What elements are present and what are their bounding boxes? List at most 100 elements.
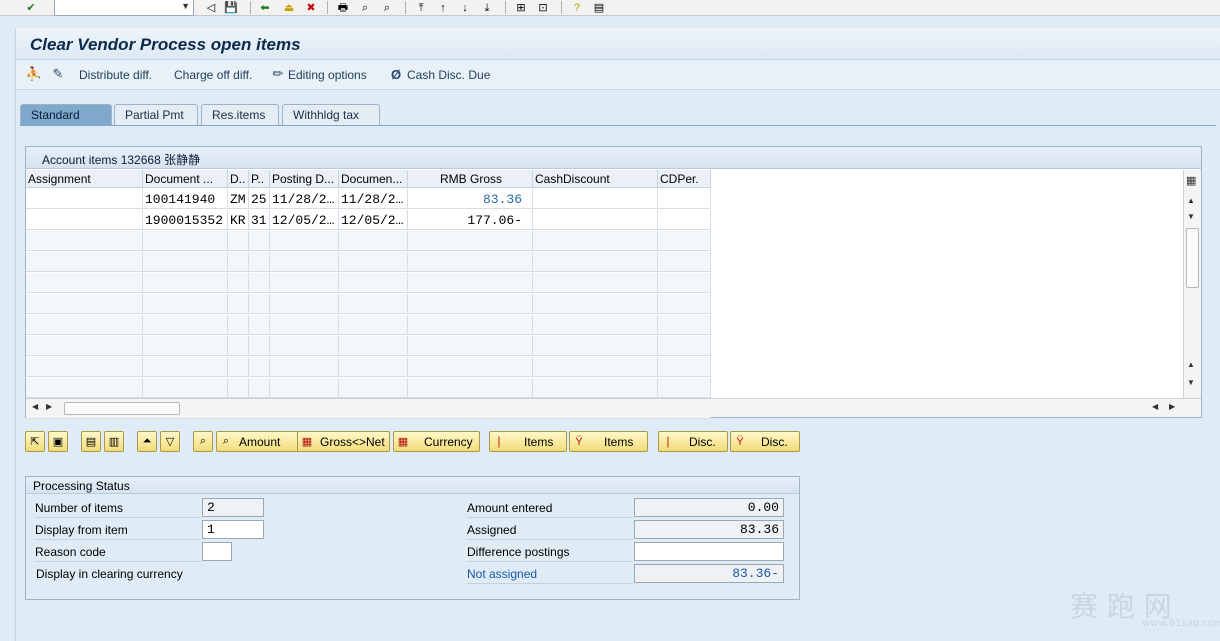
- edit-icon[interactable]: ✎: [50, 66, 66, 82]
- vertical-scrollbar[interactable]: ▦ ▲ ▼ ▲ ▼: [1183, 170, 1201, 398]
- layout-icon[interactable]: ▤: [592, 1, 606, 15]
- items-active-button[interactable]: ❘ Items: [489, 431, 567, 452]
- processing-status-box: Processing Status Number of items 2 Disp…: [25, 476, 800, 600]
- scroll-left-icon[interactable]: ◀: [1152, 402, 1158, 411]
- reason-code-input[interactable]: [202, 542, 232, 561]
- tab-withholding-tax[interactable]: Withhldg tax: [282, 104, 380, 125]
- scroll-down-icon[interactable]: ▼: [1187, 212, 1195, 221]
- next-page-icon[interactable]: ↓: [458, 1, 472, 15]
- table-cell[interactable]: [533, 210, 658, 230]
- activate-items-button[interactable]: ▤: [81, 431, 101, 452]
- last-page-icon[interactable]: ⤓: [480, 1, 494, 15]
- disc-active-button[interactable]: ❘ Disc.: [658, 431, 728, 452]
- vertical-scroll-thumb[interactable]: [1186, 228, 1199, 288]
- empty-cell: [270, 252, 339, 272]
- distribute-diff-button[interactable]: Distribute diff.: [79, 68, 152, 82]
- enter-check-icon[interactable]: ✔: [24, 1, 38, 15]
- table-cell: 100141940: [143, 189, 228, 209]
- person-icon[interactable]: ⛹: [26, 66, 42, 82]
- empty-cell: [658, 336, 711, 356]
- tab-res-items[interactable]: Res.items: [201, 104, 279, 125]
- exit-icon[interactable]: ⏏: [282, 1, 296, 15]
- display-from-item-label: Display from item: [35, 523, 128, 537]
- column-header[interactable]: P..: [249, 170, 270, 188]
- items-inactive-button[interactable]: Ÿ Items: [569, 431, 648, 452]
- help-icon[interactable]: ?: [570, 1, 584, 15]
- select-all-button[interactable]: ⇱: [25, 431, 45, 452]
- gross-net-button[interactable]: ▦ Gross<>Net: [297, 431, 390, 452]
- horizontal-scrollbar[interactable]: ◀ ▶ ◀ ▶: [26, 398, 1201, 417]
- scroll-up-icon[interactable]: ▲: [1187, 360, 1195, 369]
- empty-cell: [339, 231, 408, 251]
- previous-page-icon[interactable]: ↑: [436, 1, 450, 15]
- scroll-left-icon[interactable]: ◀: [32, 402, 38, 411]
- command-field[interactable]: ▼: [54, 0, 194, 16]
- column-settings-icon[interactable]: ▦: [1186, 174, 1196, 187]
- system-toolbar: ✔ ▼ ◁ 💾 ⬅ ⏏ ✖ 🖶 ⌕ ⌕ ⤒ ↑ ↓ ⤓ ⊞ ⊡ ? ▤: [0, 0, 1220, 16]
- tab-standard[interactable]: Standard: [20, 104, 112, 126]
- charge-off-diff-button[interactable]: Charge off diff.: [174, 68, 252, 82]
- select-block-button[interactable]: ▣: [48, 431, 68, 452]
- find-button[interactable]: ⌕: [193, 431, 213, 452]
- tab-partial-pmt[interactable]: Partial Pmt: [114, 104, 198, 125]
- empty-cell: [249, 294, 270, 314]
- empty-cell: [533, 315, 658, 335]
- table-title: Account items 132668 张静静: [42, 153, 201, 167]
- scroll-right-icon[interactable]: ▶: [46, 402, 52, 411]
- empty-cell: [26, 357, 143, 377]
- sort-button[interactable]: ⏶: [137, 431, 157, 452]
- column-header[interactable]: CashDiscount: [533, 170, 658, 188]
- column-header[interactable]: Assignment: [26, 170, 143, 188]
- table-cell: [26, 189, 143, 209]
- column-header[interactable]: Posting D...: [270, 170, 339, 188]
- back-icon[interactable]: ⬅: [258, 1, 272, 15]
- deactivate-items-button[interactable]: ▥: [104, 431, 124, 452]
- shortcut-icon[interactable]: ⊡: [536, 1, 550, 15]
- find-amount-button[interactable]: ⌕ Amount: [216, 431, 308, 452]
- empty-cell: [143, 315, 228, 335]
- scroll-up-icon[interactable]: ▲: [1187, 196, 1195, 205]
- amount-entered-label: Amount entered: [467, 501, 553, 515]
- cash-disc-due-button[interactable]: Cash Disc. Due: [407, 68, 490, 82]
- empty-cell: [143, 273, 228, 293]
- scroll-right-icon[interactable]: ▶: [1169, 402, 1175, 411]
- scroll-down-icon[interactable]: ▼: [1187, 378, 1195, 387]
- pencil-icon[interactable]: ✏: [270, 66, 286, 82]
- table-cell: 12/05/2…: [339, 210, 408, 230]
- table-cell: ZM: [228, 189, 249, 209]
- sort-icon: ⏶: [142, 435, 152, 447]
- save-icon[interactable]: 💾: [224, 1, 238, 15]
- filter-button[interactable]: ▽: [160, 431, 180, 452]
- editing-options-button[interactable]: Editing options: [288, 68, 367, 82]
- cancel-icon[interactable]: ✖: [304, 1, 318, 15]
- empty-cell: [228, 294, 249, 314]
- first-page-icon[interactable]: ⤒: [414, 1, 428, 15]
- find-next-icon[interactable]: ⌕: [380, 1, 394, 15]
- horizontal-scroll-thumb[interactable]: [64, 402, 180, 415]
- column-header[interactable]: CDPer.: [658, 170, 711, 188]
- empty-cell: [408, 315, 533, 335]
- back-arrow-icon[interactable]: ◁: [204, 1, 218, 15]
- table-cell: 177.06-: [408, 210, 533, 230]
- column-header[interactable]: Document ...: [143, 170, 228, 188]
- column-header[interactable]: RMB Gross: [408, 170, 533, 188]
- find-icon[interactable]: ⌕: [358, 1, 372, 15]
- column-header[interactable]: Documen...: [339, 170, 408, 188]
- null-icon[interactable]: Ø: [388, 66, 404, 82]
- table-cell[interactable]: [533, 189, 658, 209]
- chevron-down-icon[interactable]: ▼: [181, 1, 190, 11]
- difference-postings-input[interactable]: [634, 542, 784, 561]
- display-from-item-input[interactable]: 1: [202, 520, 264, 539]
- table-cell[interactable]: [658, 210, 711, 230]
- empty-cell: [408, 294, 533, 314]
- disc-inactive-button[interactable]: Ÿ Disc.: [730, 431, 800, 452]
- currency-button[interactable]: ▦ Currency: [393, 431, 480, 452]
- processing-status-title: Processing Status: [33, 479, 130, 493]
- new-session-icon[interactable]: ⊞: [514, 1, 528, 15]
- column-header[interactable]: D..: [228, 170, 249, 188]
- toolbar-separator: [505, 1, 506, 14]
- empty-cell: [143, 294, 228, 314]
- table-cell[interactable]: [658, 189, 711, 209]
- marker-icon: ❘: [663, 436, 673, 448]
- print-icon[interactable]: 🖶: [336, 1, 350, 15]
